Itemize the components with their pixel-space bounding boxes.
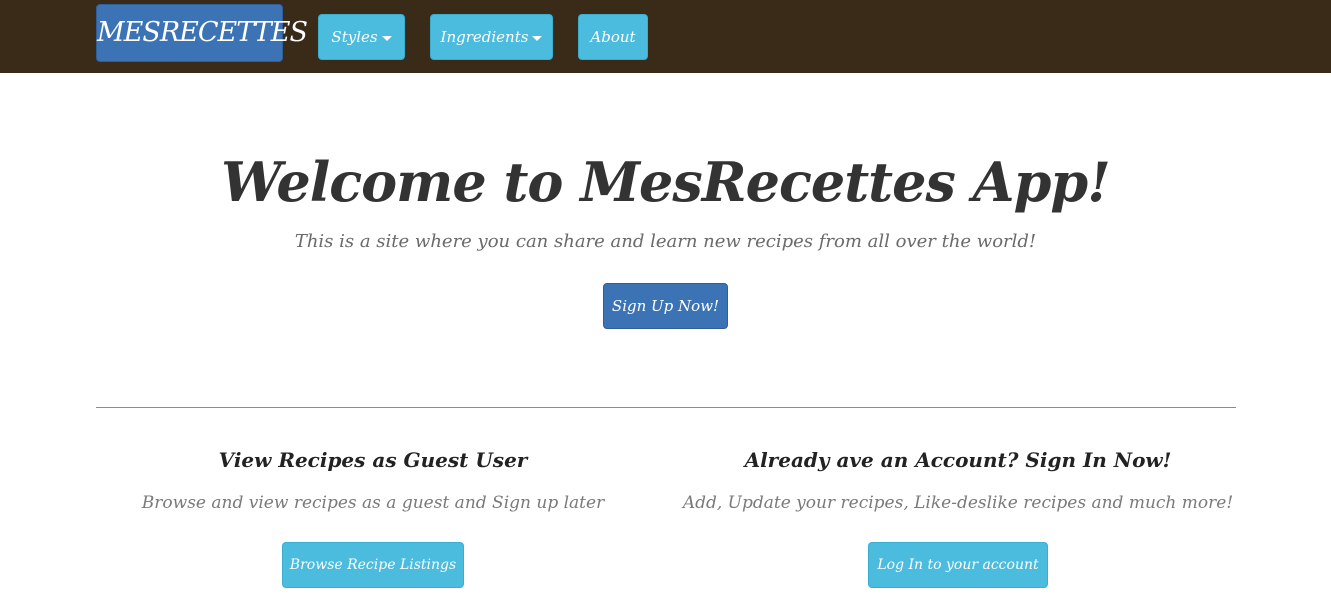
browse-recipes-button[interactable]: Browse Recipe Listings: [282, 542, 464, 588]
hero-title: Welcome to MesRecettes App!: [221, 150, 1111, 214]
guest-section-description: Browse and view recipes as a guest and S…: [141, 493, 605, 513]
brand-logo-link[interactable]: MESRECETTES: [96, 4, 308, 62]
signin-section-title: Already ave an Account? Sign In Now!: [744, 448, 1172, 472]
nav-styles-dropdown[interactable]: Styles: [318, 14, 405, 60]
sign-up-button[interactable]: Sign Up Now!: [603, 283, 728, 329]
nav-ingredients-label: Ingredients: [440, 28, 529, 46]
hero-subtitle: This is a site where you can share and l…: [294, 231, 1037, 252]
nav-ingredients-dropdown[interactable]: Ingredients: [430, 14, 553, 60]
caret-down-icon: [532, 35, 543, 41]
section-divider: [96, 407, 1236, 408]
caret-down-icon: [381, 35, 392, 41]
nav-about-link[interactable]: About: [578, 14, 648, 60]
guest-section-title: View Recipes as Guest User: [218, 448, 528, 472]
nav-styles-label: Styles: [331, 28, 378, 46]
log-in-button[interactable]: Log In to your account: [868, 542, 1048, 588]
signin-section-description: Add, Update your recipes, Like-deslike r…: [682, 493, 1234, 513]
top-navbar: MESRECETTES Styles Ingredients About: [0, 0, 1331, 73]
nav-about-label: About: [590, 28, 636, 46]
